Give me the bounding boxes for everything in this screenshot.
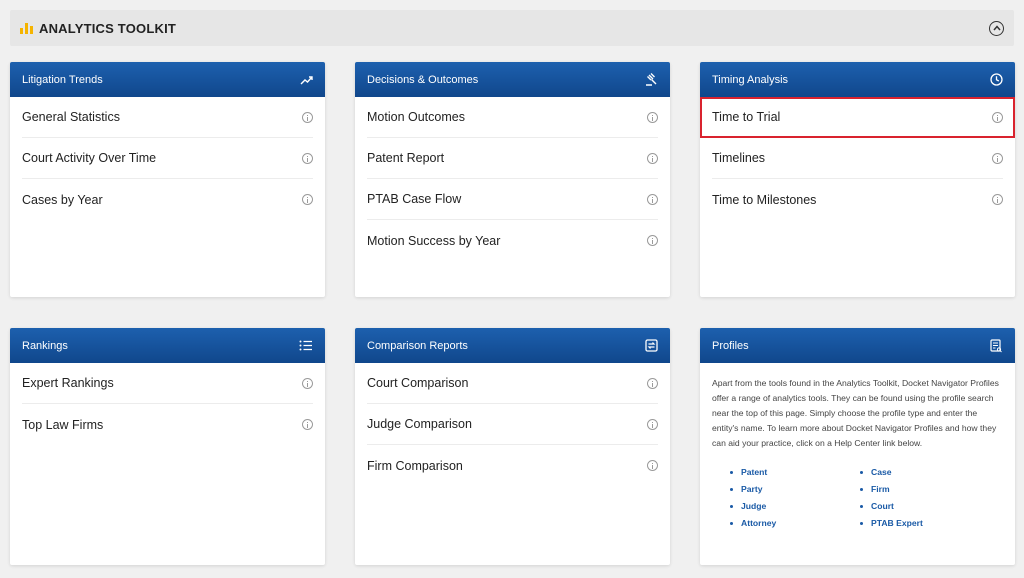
tool-timelines[interactable]: Timelines xyxy=(712,138,1003,179)
card-title: Decisions & Outcomes xyxy=(367,73,479,86)
bar-chart-icon xyxy=(20,22,33,34)
tool-label: Motion Success by Year xyxy=(367,233,501,248)
tool-label: Court Comparison xyxy=(367,376,469,390)
card-title: Timing Analysis xyxy=(712,73,789,86)
tool-label: Firm Comparison xyxy=(367,458,463,473)
tool-label: Time to Milestones xyxy=(712,192,817,207)
card-timing-analysis: Timing Analysis Time to Trial Timelines … xyxy=(700,62,1015,297)
tool-label: Motion Outcomes xyxy=(367,110,465,124)
toolkit-title: ANALYTICS TOOLKIT xyxy=(39,20,177,36)
tool-expert-rankings[interactable]: Expert Rankings xyxy=(22,363,313,404)
info-icon[interactable] xyxy=(647,152,658,164)
info-icon[interactable] xyxy=(302,419,313,430)
card-header-litigation-trends: Litigation Trends xyxy=(10,62,325,97)
profile-link-patent[interactable]: Patent xyxy=(730,465,860,480)
profiles-description: Apart from the tools found in the Analyt… xyxy=(712,378,999,448)
trending-up-icon xyxy=(299,73,313,87)
tool-label: Expert Rankings xyxy=(22,376,114,390)
profile-link-court[interactable]: Court xyxy=(860,499,990,514)
card-litigation-trends: Litigation Trends General Statistics Cou… xyxy=(10,62,325,297)
card-header-rankings: Rankings xyxy=(10,328,325,363)
card-title: Profiles xyxy=(712,339,749,352)
info-icon[interactable] xyxy=(992,194,1003,205)
list-icon xyxy=(299,339,313,353)
card-title: Litigation Trends xyxy=(22,73,103,86)
card-header-timing-analysis: Timing Analysis xyxy=(700,62,1015,97)
profile-link-party[interactable]: Party xyxy=(730,482,860,497)
tool-label: Timelines xyxy=(712,151,766,165)
tool-general-statistics[interactable]: General Statistics xyxy=(22,97,313,138)
info-icon[interactable] xyxy=(647,235,658,246)
tool-patent-report[interactable]: Patent Report xyxy=(367,138,658,179)
info-icon[interactable] xyxy=(992,152,1003,164)
tool-cases-by-year[interactable]: Cases by Year xyxy=(22,179,313,220)
profile-link-ptab-expert[interactable]: PTAB Expert xyxy=(860,516,990,531)
info-icon[interactable] xyxy=(647,111,658,123)
tool-time-to-trial[interactable]: Time to Trial xyxy=(700,97,1015,138)
tool-label: Cases by Year xyxy=(22,192,103,207)
card-rankings: Rankings Expert Rankings Top Law Firms xyxy=(10,328,325,565)
clock-icon xyxy=(989,73,1003,87)
tool-firm-comparison[interactable]: Firm Comparison xyxy=(367,445,658,486)
info-icon[interactable] xyxy=(647,460,658,471)
compare-icon xyxy=(644,339,658,353)
tool-label: Judge Comparison xyxy=(367,417,472,431)
card-comparison-reports: Comparison Reports Court Comparison Judg… xyxy=(355,328,670,565)
profile-link-firm[interactable]: Firm xyxy=(860,482,990,497)
profile-link-judge[interactable]: Judge xyxy=(730,499,860,514)
tool-label: PTAB Case Flow xyxy=(367,192,462,206)
profile-link-attorney[interactable]: Attorney xyxy=(730,516,860,531)
tool-motion-outcomes[interactable]: Motion Outcomes xyxy=(367,97,658,138)
card-header-comparison-reports: Comparison Reports xyxy=(355,328,670,363)
tool-label: General Statistics xyxy=(22,110,120,124)
profile-link-case[interactable]: Case xyxy=(860,465,990,480)
tool-time-to-milestones[interactable]: Time to Milestones xyxy=(712,179,1003,220)
card-header-decisions-outcomes: Decisions & Outcomes xyxy=(355,62,670,97)
tool-label: Top Law Firms xyxy=(22,417,104,432)
info-icon[interactable] xyxy=(302,111,313,123)
card-title: Rankings xyxy=(22,339,68,352)
info-icon[interactable] xyxy=(302,194,313,205)
tool-label: Time to Trial xyxy=(712,110,781,124)
info-icon[interactable] xyxy=(647,193,658,205)
profile-document-icon xyxy=(989,338,1003,353)
tool-ptab-case-flow[interactable]: PTAB Case Flow xyxy=(367,179,658,220)
tool-label: Patent Report xyxy=(367,151,445,165)
info-icon[interactable] xyxy=(647,418,658,430)
tool-court-activity-over-time[interactable]: Court Activity Over Time xyxy=(22,138,313,179)
tool-motion-success-by-year[interactable]: Motion Success by Year xyxy=(367,220,658,261)
analytics-toolkit-header[interactable]: ANALYTICS TOOLKIT xyxy=(10,10,1014,46)
gavel-icon xyxy=(644,73,658,87)
info-icon[interactable] xyxy=(647,377,658,389)
chevron-up-circle-icon[interactable] xyxy=(989,20,1004,36)
info-icon[interactable] xyxy=(992,111,1003,123)
card-profiles: Profiles Apart from the tools found in t… xyxy=(700,328,1015,565)
tool-court-comparison[interactable]: Court Comparison xyxy=(367,363,658,404)
tool-top-law-firms[interactable]: Top Law Firms xyxy=(22,404,313,445)
card-decisions-outcomes: Decisions & Outcomes Motion Outcomes Pat… xyxy=(355,62,670,297)
tool-label: Court Activity Over Time xyxy=(22,151,157,165)
card-header-profiles: Profiles xyxy=(700,328,1015,363)
profile-links: Patent Case Party Firm Judge Court Attor… xyxy=(730,465,1003,531)
info-icon[interactable] xyxy=(302,152,313,164)
tool-judge-comparison[interactable]: Judge Comparison xyxy=(367,404,658,445)
card-title: Comparison Reports xyxy=(367,339,468,352)
info-icon[interactable] xyxy=(302,377,313,389)
